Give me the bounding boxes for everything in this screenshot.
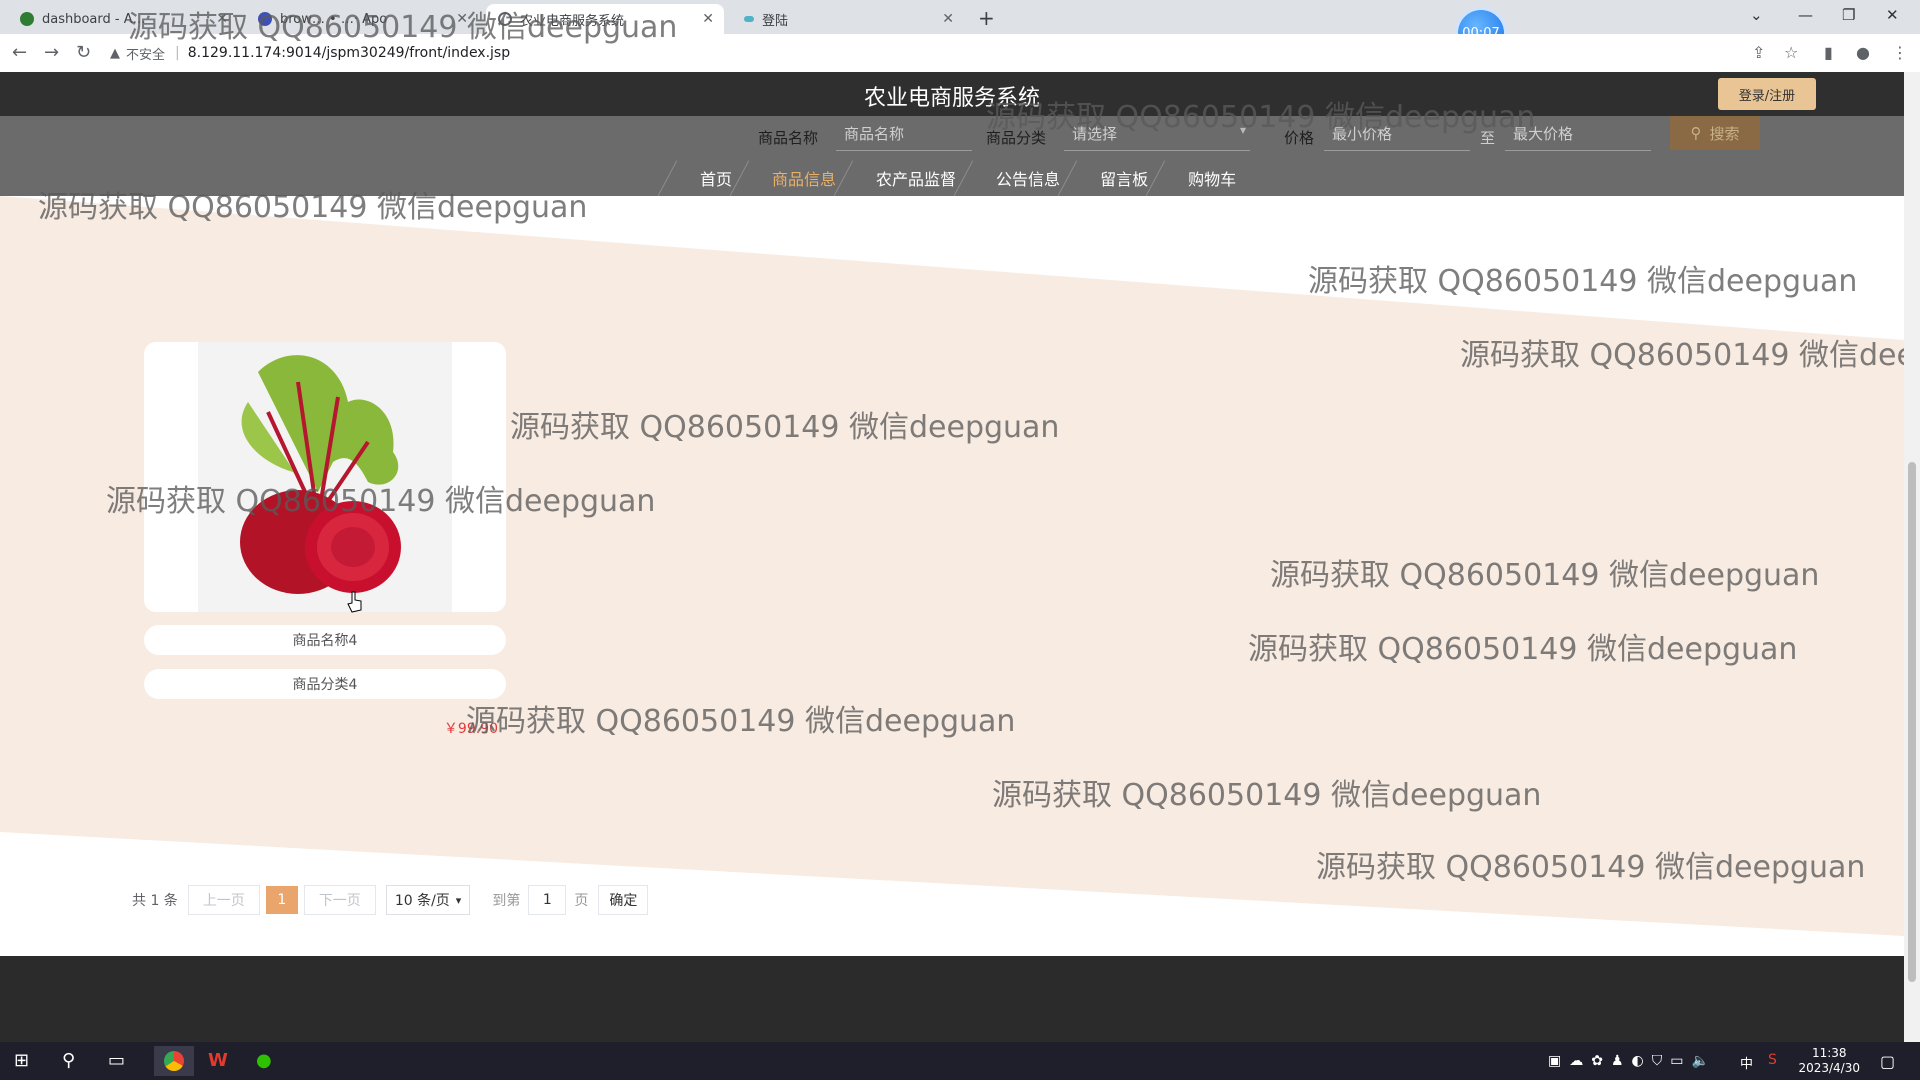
- clock[interactable]: 11:38 2023/4/30: [1798, 1046, 1860, 1076]
- scrollbar-thumb[interactable]: [1908, 462, 1916, 982]
- clock-time: 11:38: [1811, 1046, 1847, 1060]
- browser-tab-bar: dashboard - A… ✕ brow… • …· Apo ✕ 农业电商服务…: [0, 0, 1920, 56]
- next-page-button[interactable]: 下一页: [303, 885, 376, 915]
- search-button[interactable]: ⚲ 搜索: [1670, 116, 1760, 150]
- chevron-down-icon: ▾: [455, 893, 462, 907]
- menu-item-home[interactable]: 首页: [655, 160, 752, 200]
- close-tab-icon[interactable]: ✕: [702, 11, 714, 27]
- pagination: 共 1 条 上一页 1 下一页 10 条/页 ▾ 到第 1 页 确定: [132, 885, 649, 915]
- min-price-input[interactable]: 最小价格: [1324, 123, 1471, 151]
- beetroot-image: [240, 355, 401, 594]
- site-footer: [0, 956, 1904, 1042]
- menu-item-products[interactable]: 商品信息: [727, 160, 856, 200]
- warning-icon: ▲: [110, 45, 120, 61]
- address-bar: ← → ↻ ▲ 不安全 | 8.129.11.174:9014/jspm3024…: [0, 34, 1920, 73]
- page-number-current[interactable]: 1: [265, 886, 298, 914]
- main-menu: 首页 商品信息 农产品监督 公告信息 留言板 购物车: [655, 160, 1256, 200]
- search-icon[interactable]: ⚲: [62, 1050, 75, 1071]
- category-label: 商品分类: [986, 128, 1047, 147]
- browser-tab[interactable]: 登陆 ✕: [732, 4, 964, 34]
- tab-title: brow… • …· Apo: [280, 11, 388, 27]
- search-price-group: 价格 最小价格 至 最大价格: [1284, 122, 1652, 152]
- wps-icon[interactable]: W: [208, 1050, 228, 1071]
- menu-kebab-icon[interactable]: ⋮: [1892, 43, 1908, 62]
- product-name-label: 商品名称: [758, 128, 819, 147]
- bookmark-star-icon[interactable]: ☆: [1784, 43, 1798, 62]
- restore-icon[interactable]: ❐: [1842, 6, 1855, 24]
- browser-tab-active[interactable]: 农业电商服务系统 ✕: [486, 4, 724, 34]
- product-name[interactable]: 商品名称4: [144, 625, 506, 655]
- url-field[interactable]: ▲ 不安全 | 8.129.11.174:9014/jspm30249/fron…: [110, 39, 1740, 67]
- goto-label: 到第: [492, 893, 521, 909]
- minimize-icon[interactable]: —: [1798, 6, 1813, 24]
- product-card-image[interactable]: [144, 342, 506, 612]
- back-icon[interactable]: ←: [12, 42, 27, 63]
- page-label: 页: [574, 893, 589, 909]
- chrome-taskbar-icon[interactable]: [154, 1046, 194, 1076]
- new-tab-button[interactable]: +: [978, 6, 995, 30]
- clock-date: 2023/4/30: [1798, 1061, 1860, 1075]
- tab-favicon-icon: [258, 12, 272, 26]
- search-category-group: 商品分类 请选择 ▾: [986, 122, 1251, 152]
- site-title: 农业电商服务系统: [863, 86, 1040, 111]
- menu-item-cart[interactable]: 购物车: [1143, 160, 1256, 200]
- nav-band: 商品名称 商品名称 商品分类 请选择 ▾ 价格 最小价格 至 最大价格 ⚲ 搜索…: [0, 116, 1904, 200]
- browser-tab[interactable]: brow… • …· Apo ✕: [246, 4, 478, 34]
- tab-title: 农业电商服务系统: [520, 13, 625, 29]
- windows-start-icon[interactable]: ⊞: [14, 1050, 29, 1071]
- windows-taskbar: ⊞ ⚲ ▭ W ● ▣☁✿♟◐⛉▭🔈 中 S 11:38 2023/4/30 ▢: [0, 1042, 1920, 1080]
- confirm-button[interactable]: 确定: [598, 885, 649, 915]
- price-label: 价格: [1284, 128, 1315, 147]
- task-view-icon[interactable]: ▭: [108, 1050, 125, 1071]
- profile-icon[interactable]: ●: [1856, 43, 1870, 62]
- login-register-button[interactable]: 登录/注册: [1718, 78, 1816, 110]
- reload-icon[interactable]: ↻: [76, 42, 91, 63]
- total-count: 共 1 条: [132, 893, 178, 909]
- tab-search-icon[interactable]: ⌄: [1750, 6, 1763, 24]
- ime-indicator[interactable]: 中: [1740, 1053, 1753, 1072]
- page-size-select[interactable]: 10 条/页 ▾: [385, 885, 471, 915]
- search-icon: ⚲: [1690, 124, 1702, 142]
- forward-icon[interactable]: →: [44, 42, 59, 63]
- site-favicon-icon: [498, 12, 512, 26]
- site-header: 农业电商服务系统 登录/注册: [0, 72, 1904, 116]
- chevron-down-icon: ▾: [1239, 123, 1247, 137]
- tab-favicon-icon: [744, 16, 754, 22]
- web-page: 农业电商服务系统 登录/注册 商品名称 商品名称 商品分类 请选择 ▾ 价格 最…: [0, 72, 1904, 1042]
- notification-icon[interactable]: ▢: [1880, 1052, 1895, 1071]
- hand-cursor-icon: [347, 591, 362, 613]
- product-name-input[interactable]: 商品名称: [836, 123, 973, 151]
- search-name-group: 商品名称 商品名称: [758, 122, 973, 152]
- tab-title: 登陆: [762, 13, 789, 29]
- product-image: [198, 342, 452, 612]
- sogou-icon[interactable]: S: [1768, 1052, 1777, 1068]
- tab-title: dashboard - A…: [42, 11, 146, 27]
- side-panel-icon[interactable]: ▮: [1824, 43, 1833, 62]
- prev-page-button[interactable]: 上一页: [187, 885, 260, 915]
- product-category: 商品分类4: [144, 669, 506, 699]
- share-icon[interactable]: ⇪: [1752, 43, 1765, 62]
- category-select[interactable]: 请选择 ▾: [1064, 123, 1251, 151]
- insecure-label: 不安全: [126, 47, 166, 63]
- goto-page-input[interactable]: 1: [528, 885, 567, 915]
- close-tab-icon[interactable]: ✕: [456, 11, 468, 27]
- url-text: 8.129.11.174:9014/jspm30249/front/index.…: [187, 45, 511, 61]
- menu-item-notices[interactable]: 公告信息: [951, 160, 1080, 200]
- close-tab-icon[interactable]: ✕: [216, 11, 228, 27]
- max-price-input[interactable]: 最大价格: [1505, 123, 1652, 151]
- product-price: ￥99.90: [443, 721, 498, 737]
- page-scrollbar[interactable]: [1904, 72, 1920, 1042]
- close-window-icon[interactable]: ✕: [1886, 6, 1899, 24]
- system-tray-icons[interactable]: ▣☁✿♟◐⛉▭🔈: [1548, 1053, 1717, 1069]
- dashboard-favicon-icon: [20, 12, 34, 26]
- wechat-icon[interactable]: ●: [256, 1050, 272, 1071]
- browser-tab[interactable]: dashboard - A… ✕: [8, 4, 238, 34]
- range-separator: 至: [1480, 128, 1496, 147]
- close-tab-icon[interactable]: ✕: [942, 11, 954, 27]
